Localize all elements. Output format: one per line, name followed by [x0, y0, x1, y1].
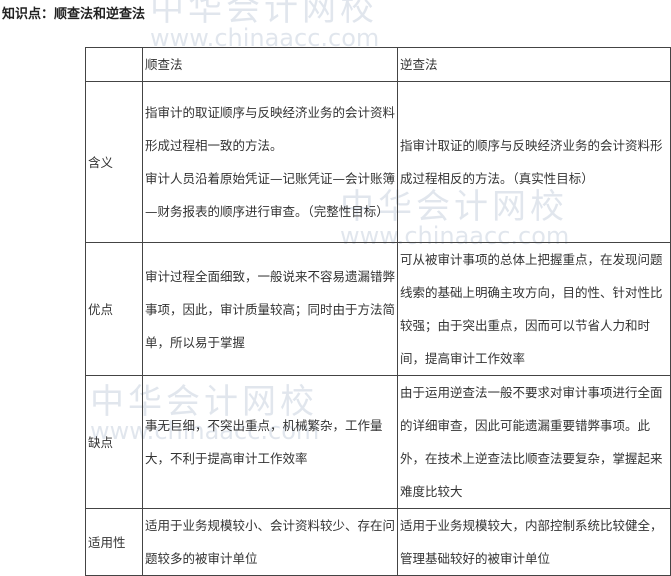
table-row: 优点 审计过程全面细致，一般说来不容易遗漏错弊事项，因此，审计质量较高；同时由于…	[85, 242, 671, 376]
header-cell	[85, 47, 143, 82]
shun-cell: 指审计的取证顺序与反映经济业务的会计资料形成过程相一致的方法。 审计人员沿着原始…	[142, 81, 398, 243]
page-title: 知识点：顺查法和逆查法	[2, 7, 146, 22]
table-row: 适用性 适用于业务规模较小、会计资料较少、存在问题较多的被审计单位 适用于业务规…	[85, 508, 671, 576]
shun-cell: 审计过程全面细致，一般说来不容易遗漏错弊事项，因此，审计质量较高；同时由于方法简…	[142, 242, 398, 376]
table-row: 缺点 事无巨细，不突出重点，机械繁杂，工作量大，不利于提高审计工作效率 由于运用…	[85, 375, 671, 509]
ni-cell: 适用于业务规模较大，内部控制系统比较健全，管理基础较好的被审计单位	[397, 508, 671, 576]
comparison-table: 顺查法 逆查法 含义 指审计的取证顺序与反映经济业务的会计资料形成过程相一致的方…	[85, 47, 671, 576]
row-label: 适用性	[85, 508, 143, 576]
ni-cell: 可从被审计事项的总体上把握重点，在发现问题线索的基础上明确主攻方向，目的性、针对…	[397, 242, 671, 376]
row-label: 优点	[85, 242, 143, 376]
ni-cell: 指审计取证的顺序与反映经济业务的会计资料形成过程相反的方法。（真实性目标）	[397, 81, 671, 243]
table-header-row: 顺查法 逆查法	[85, 47, 671, 82]
header-cell: 顺查法	[142, 47, 398, 82]
watermark-logo: 中华会计网校 www.chinaacc.com	[150, 0, 380, 52]
shun-cell: 适用于业务规模较小、会计资料较少、存在问题较多的被审计单位	[142, 508, 398, 576]
table-row: 含义 指审计的取证顺序与反映经济业务的会计资料形成过程相一致的方法。 审计人员沿…	[85, 81, 671, 243]
row-label: 含义	[85, 81, 143, 243]
row-label: 缺点	[85, 375, 143, 509]
shun-cell: 事无巨细，不突出重点，机械繁杂，工作量大，不利于提高审计工作效率	[142, 375, 398, 509]
ni-cell: 由于运用逆查法一般不要求对审计事项进行全面的详细审查，因此可能遗漏重要错弊事项。…	[397, 375, 671, 509]
header-cell: 逆查法	[397, 47, 671, 82]
